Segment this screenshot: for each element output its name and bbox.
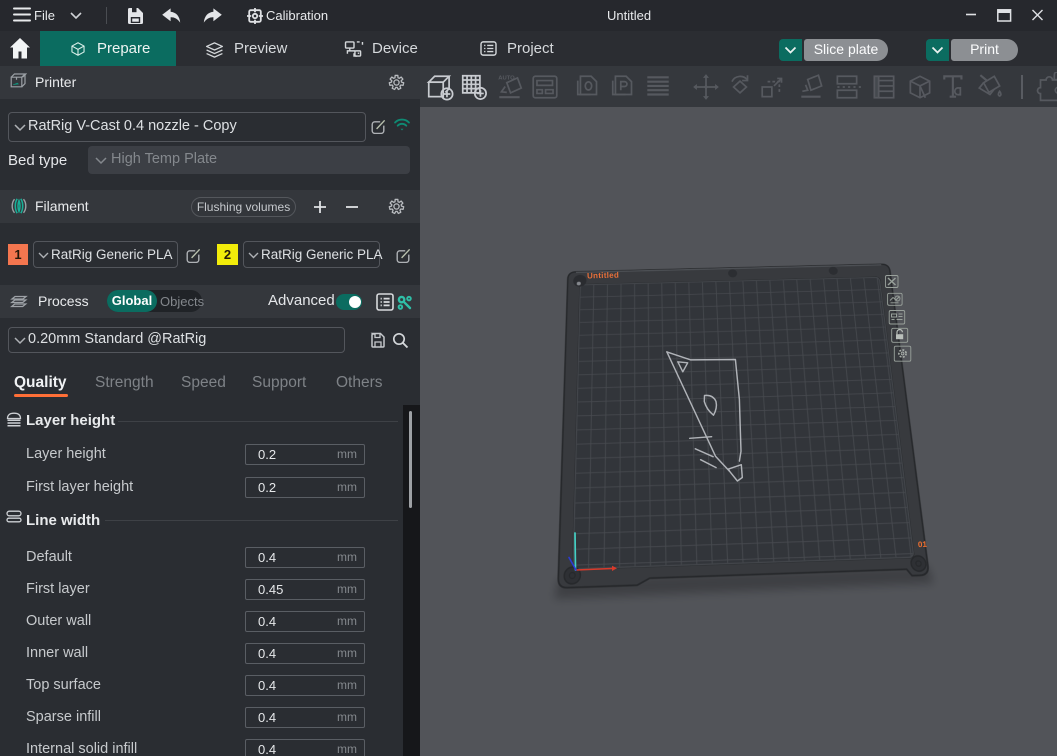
svg-text:AUTO: AUTO <box>498 76 515 82</box>
